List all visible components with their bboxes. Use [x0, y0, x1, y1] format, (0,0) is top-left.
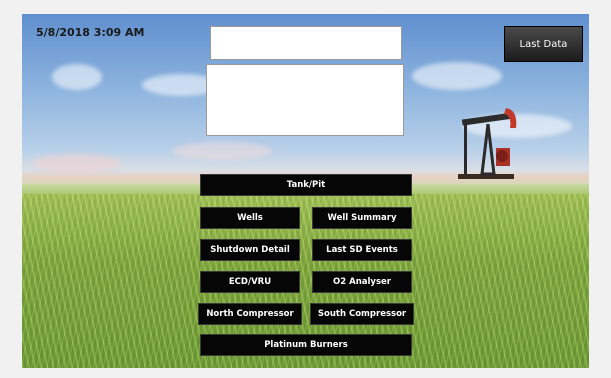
cloud: [172, 142, 272, 160]
last-sd-events-button[interactable]: Last SD Events: [312, 239, 412, 261]
south-compressor-button[interactable]: South Compressor: [310, 303, 414, 325]
platinum-burners-button[interactable]: Platinum Burners: [200, 334, 412, 356]
north-compressor-button[interactable]: North Compressor: [198, 303, 302, 325]
hmi-screen: 5/8/2018 3:09 AM Last Data Tank/Pit Well…: [22, 14, 589, 368]
ecd-vru-button[interactable]: ECD/VRU: [200, 271, 300, 293]
cloud: [32, 154, 122, 172]
well-summary-button[interactable]: Well Summary: [312, 207, 412, 229]
cloud: [52, 64, 102, 90]
tank-pit-button[interactable]: Tank/Pit: [200, 174, 412, 196]
status-display-top: [210, 26, 402, 60]
status-display-main: [206, 64, 404, 136]
last-data-button[interactable]: Last Data: [504, 26, 583, 62]
cloud: [412, 62, 502, 90]
timestamp: 5/8/2018 3:09 AM: [36, 26, 145, 39]
o2-analyser-button[interactable]: O2 Analyser: [312, 271, 412, 293]
pumpjack-icon: [458, 108, 517, 179]
wells-button[interactable]: Wells: [200, 207, 300, 229]
shutdown-detail-button[interactable]: Shutdown Detail: [200, 239, 300, 261]
